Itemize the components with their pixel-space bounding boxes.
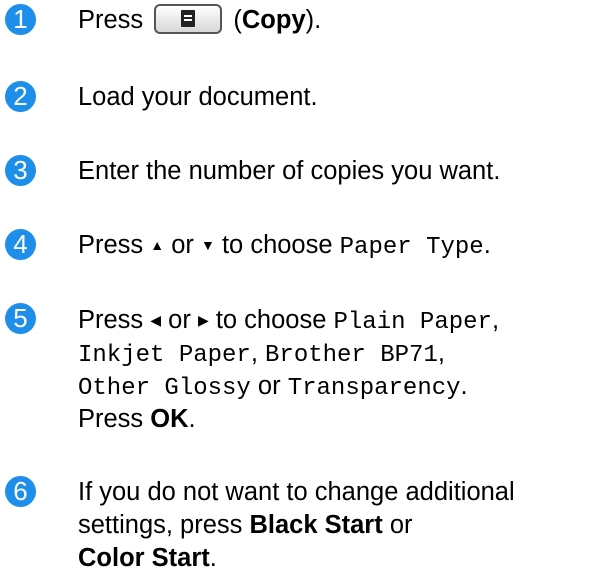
step-text: Press ▲ or ▼ to choose Paper Type.	[78, 231, 491, 261]
step-text-line-1: If you do not want to change additional	[78, 478, 515, 506]
step-number-badge: 6	[5, 476, 36, 507]
step-text: Press (Copy).	[78, 4, 322, 34]
step-text: Load your document.	[78, 83, 318, 111]
step-text-line-2: Inkjet Paper, Brother BP71,	[78, 339, 445, 369]
copy-key-icon	[154, 4, 223, 34]
step-number-badge: 2	[5, 81, 36, 112]
left-arrow-icon: ◀	[150, 312, 162, 328]
step-number-badge: 4	[5, 229, 36, 260]
down-arrow-icon: ▼	[201, 237, 215, 253]
right-arrow-icon: ▶	[197, 312, 209, 328]
up-arrow-icon: ▲	[150, 237, 165, 253]
step-text-line-3: Color Start.	[78, 544, 217, 572]
step-text-line-4: Press OK.	[78, 405, 196, 433]
step-text-line-3: Other Glossy or Transparency.	[78, 372, 468, 402]
step-text-line-2: settings, press Black Start or	[78, 511, 413, 539]
step-number-badge: 1	[5, 4, 36, 35]
step-number-badge: 5	[5, 303, 36, 334]
step-text-line-1: Press ◀ or ▶ to choose Plain Paper,	[78, 306, 500, 336]
step-number-badge: 3	[5, 155, 36, 186]
step-text: Enter the number of copies you want.	[78, 157, 501, 185]
